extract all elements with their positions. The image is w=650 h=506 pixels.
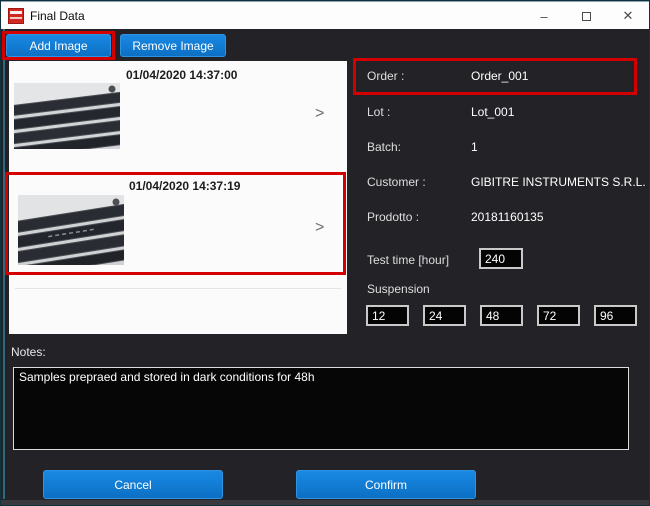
lot-value: Lot_001 [471,105,514,119]
image-list-item-2[interactable]: 01/04/2020 14:37:19 > [9,171,347,281]
chevron-right-icon[interactable]: > [315,105,324,123]
suspension-input-2[interactable] [423,305,466,326]
image-timestamp: 01/04/2020 14:37:00 [126,68,237,82]
suspension-input-4[interactable] [537,305,580,326]
chevron-right-icon[interactable]: > [315,219,324,237]
close-icon[interactable]: ✕ [607,2,649,30]
batch-label: Batch: [367,140,401,154]
maximize-icon[interactable] [565,2,607,30]
image-list-item-1[interactable]: 01/04/2020 14:37:00 > [9,61,347,171]
image-timestamp: 01/04/2020 14:37:19 [129,179,240,193]
prodotto-value: 20181160135 [471,210,544,224]
add-image-button[interactable]: Add Image [6,34,111,57]
order-value: Order_001 [471,69,528,83]
notes-textarea[interactable]: Samples prepraed and stored in dark cond… [13,367,629,450]
suspension-input-5[interactable] [594,305,637,326]
cancel-button[interactable]: Cancel [43,470,223,499]
test-time-input[interactable] [479,248,523,269]
lot-label: Lot : [367,105,390,119]
suspension-input-1[interactable] [366,305,409,326]
confirm-button[interactable]: Confirm [296,470,476,499]
batch-value: 1 [471,140,478,154]
window-edge-bottom [1,500,649,505]
image-list: 01/04/2020 14:37:00 > 01/04/2020 14:37:1… [9,61,347,334]
order-label: Order : [367,69,404,83]
suspension-input-3[interactable] [480,305,523,326]
prodotto-label: Prodotto : [367,210,419,224]
customer-label: Customer : [367,175,426,189]
app-logo-icon [8,8,24,24]
final-data-dialog: Final Data – ✕ Add Image Remove Image 01… [0,0,650,506]
notes-label: Notes: [11,345,46,359]
sample-photo-thumbnail [14,83,120,149]
remove-image-button[interactable]: Remove Image [120,34,226,57]
window-controls: – ✕ [523,2,649,30]
minimize-icon[interactable]: – [523,2,565,30]
list-divider [15,288,341,289]
title-bar: Final Data – ✕ [1,1,649,29]
customer-value: GIBITRE INSTRUMENTS S.R.L. [471,175,646,189]
window-edge-accent [3,29,5,499]
sample-photo-thumbnail [18,195,124,265]
window-title: Final Data [30,9,85,23]
test-time-label: Test time [hour] [367,253,449,267]
suspension-label: Suspension [367,282,430,296]
